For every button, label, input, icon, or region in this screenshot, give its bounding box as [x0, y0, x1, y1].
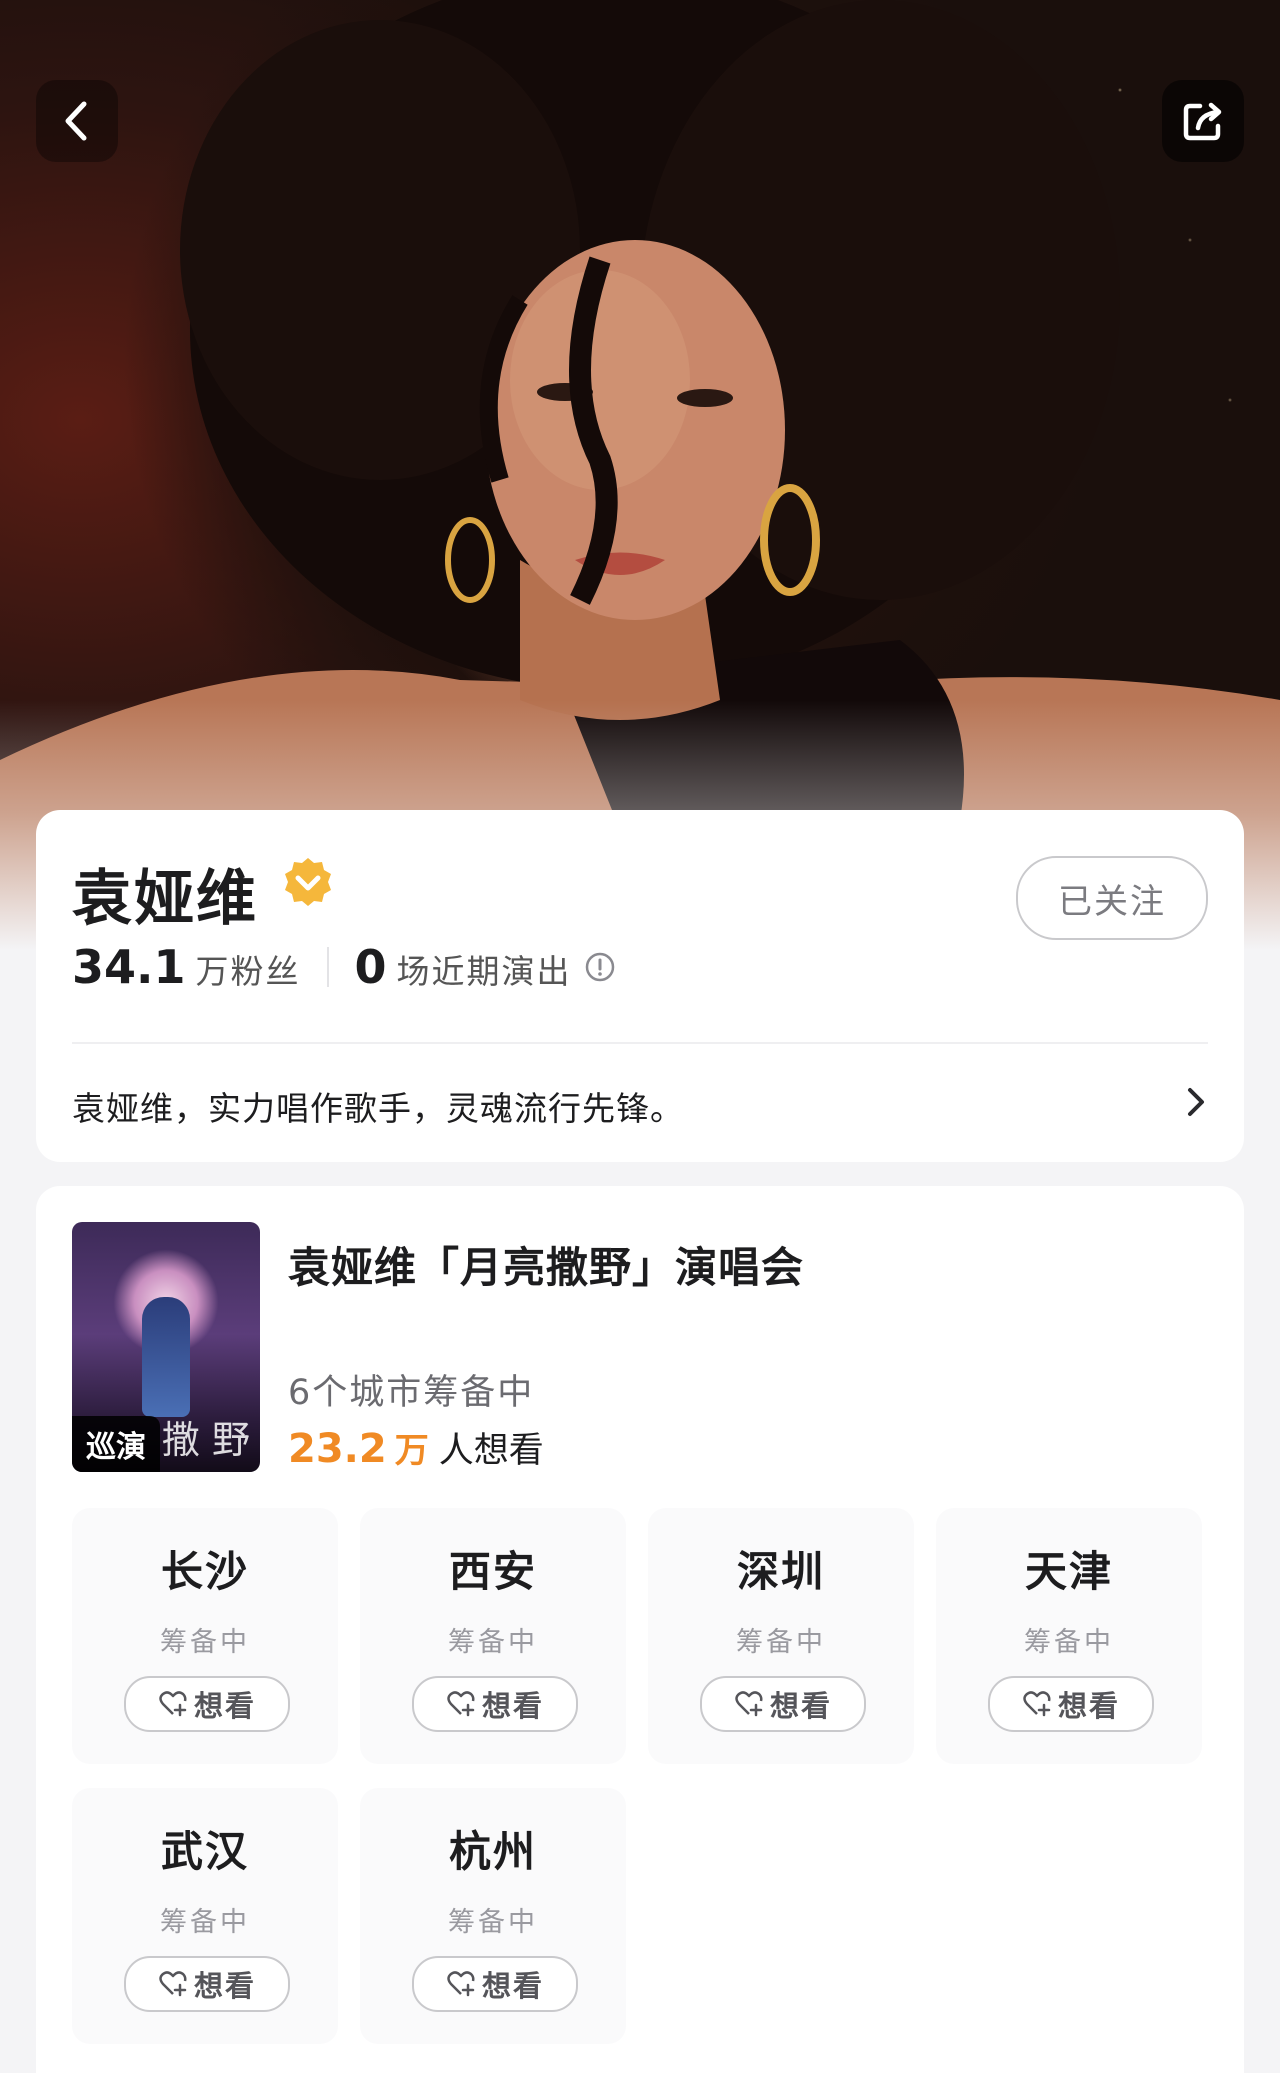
shows-count: 0 — [354, 940, 387, 994]
info-icon[interactable] — [584, 951, 616, 983]
want-button-label: 想看 — [1057, 1689, 1120, 1723]
artist-stats: 34.1 万粉丝 0 场近期演出 — [72, 940, 616, 994]
city-card-xian[interactable]: 西安 筹备中 想看 — [360, 1508, 626, 1764]
city-status: 筹备中 — [160, 1907, 250, 1938]
want-button[interactable]: 想看 — [412, 1676, 578, 1732]
city-card-wuhan[interactable]: 武汉 筹备中 想看 — [72, 1788, 338, 2044]
poster-figure — [142, 1297, 190, 1417]
stat-divider — [326, 947, 329, 987]
followers-count: 34.1 — [72, 940, 186, 994]
poster-title-art: 撒 野 — [161, 1418, 250, 1462]
city-card-shenzhen[interactable]: 深圳 筹备中 想看 — [648, 1508, 914, 1764]
chevron-right-icon[interactable] — [1184, 1084, 1208, 1120]
share-button[interactable] — [1162, 80, 1244, 162]
city-name: 武汉 — [160, 1827, 249, 1876]
artist-intro[interactable]: 袁娅维，实力唱作歌手，灵魂流行先锋。 — [72, 1082, 684, 1130]
followers-label: 万粉丝 — [195, 952, 301, 991]
city-card-changsha[interactable]: 长沙 筹备中 想看 — [72, 1508, 338, 1764]
want-button-label: 想看 — [481, 1969, 544, 2003]
city-card-hangzhou[interactable]: 杭州 筹备中 想看 — [360, 1788, 626, 2044]
heart-plus-icon — [447, 1971, 475, 1997]
city-card-tianjin[interactable]: 天津 筹备中 想看 — [936, 1508, 1202, 1764]
heart-plus-icon — [447, 1691, 475, 1717]
heart-plus-icon — [1023, 1691, 1051, 1717]
city-name: 天津 — [1024, 1547, 1113, 1596]
want-button[interactable]: 想看 — [988, 1676, 1154, 1732]
city-status: 筹备中 — [160, 1627, 250, 1658]
want-button[interactable]: 想看 — [124, 1676, 290, 1732]
city-name: 西安 — [448, 1547, 537, 1596]
tour-status: 6个城市筹备中 — [288, 1373, 535, 1413]
chevron-left-icon — [65, 101, 87, 141]
want-button-label: 想看 — [769, 1689, 832, 1723]
want-count: 23.2 万 人想看 — [288, 1422, 544, 1473]
want-button-label: 想看 — [481, 1689, 544, 1723]
city-name: 深圳 — [736, 1547, 825, 1596]
city-status: 筹备中 — [1024, 1627, 1114, 1658]
want-label: 人想看 — [438, 1431, 544, 1471]
want-button-label: 想看 — [193, 1969, 256, 2003]
verified-badge-icon — [285, 858, 331, 906]
artist-name: 袁娅维 — [72, 864, 258, 934]
tour-poster[interactable]: 撒 野 巡演 — [72, 1222, 260, 1472]
artist-profile-card: 袁娅维 已关注 34.1 万粉丝 0 场近期演出 袁娅维，实力唱作歌手，灵魂流行… — [36, 810, 1244, 1162]
back-button[interactable] — [36, 80, 118, 162]
divider — [72, 1042, 1208, 1044]
tour-title[interactable]: 袁娅维「月亮撒野」演唱会 — [288, 1234, 804, 1295]
want-button[interactable]: 想看 — [700, 1676, 866, 1732]
tour-tag: 巡演 — [72, 1416, 160, 1472]
city-status: 筹备中 — [448, 1627, 538, 1658]
shows-label: 场近期演出 — [396, 952, 572, 991]
city-name: 杭州 — [448, 1827, 537, 1876]
heart-plus-icon — [735, 1691, 763, 1717]
city-status: 筹备中 — [736, 1627, 826, 1658]
share-icon — [1183, 102, 1222, 141]
want-button[interactable]: 想看 — [412, 1956, 578, 2012]
follow-button[interactable]: 已关注 — [1016, 856, 1208, 940]
want-unit: 万 — [394, 1431, 429, 1471]
city-status: 筹备中 — [448, 1907, 538, 1938]
want-number: 23.2 — [288, 1426, 387, 1472]
tour-card[interactable]: 撒 野 巡演 袁娅维「月亮撒野」演唱会 6个城市筹备中 23.2 万 人想看 长… — [36, 1186, 1244, 2073]
city-name: 长沙 — [160, 1547, 249, 1596]
want-button[interactable]: 想看 — [124, 1956, 290, 2012]
hero-image — [0, 0, 1280, 950]
want-button-label: 想看 — [193, 1689, 256, 1723]
heart-plus-icon — [159, 1971, 187, 1997]
heart-plus-icon — [159, 1691, 187, 1717]
